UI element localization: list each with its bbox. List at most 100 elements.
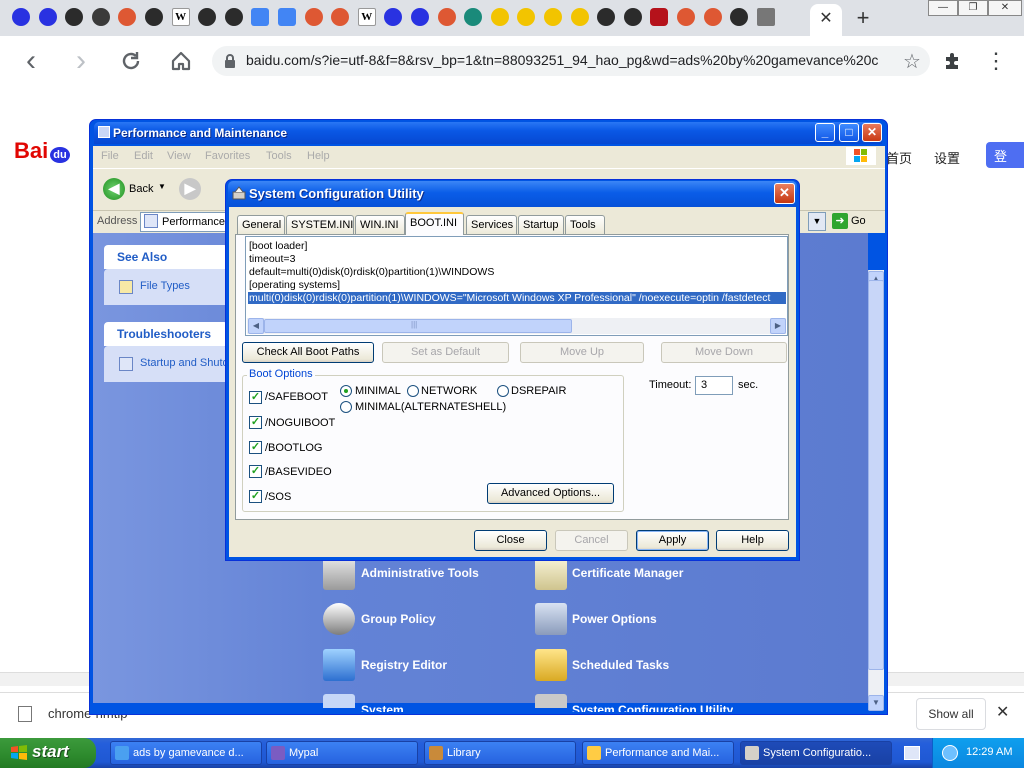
duckduckgo-icon[interactable] [437,8,456,26]
menu-tools[interactable]: Tools [266,150,292,162]
tab-boot-ini[interactable]: BOOT.INI [405,212,464,235]
gear-icon[interactable] [91,8,110,26]
address-value[interactable]: Performance [162,216,225,228]
chat-icon[interactable] [544,8,562,26]
dsrepair-label[interactable]: DSREPAIR [511,385,566,397]
baidu-paw-icon[interactable] [12,8,30,26]
scu-close-button[interactable]: ✕ [774,183,795,204]
check-all-boot-paths-button[interactable]: Check All Boot Paths [242,342,374,363]
task-power-options[interactable]: Power Options [572,612,657,626]
tab-system-ini[interactable]: SYSTEM.INI [286,215,354,234]
tab-tools[interactable]: Tools [565,215,605,234]
bootlog-label[interactable]: /BOOTLOG [265,442,322,454]
apply-button[interactable]: Apply [636,530,709,551]
taskbar-item-performance[interactable]: Performance and Mai... [582,741,734,765]
group-policy-icon[interactable] [323,603,355,635]
back-arrow-icon[interactable]: ◀ [103,178,125,200]
system-configuration-icon[interactable] [535,694,567,708]
baidu-settings-link[interactable]: 设置 [934,148,960,167]
task-system[interactable]: System [361,703,404,712]
see-also-file-types[interactable]: File Types [140,280,190,292]
taskbar-item-mypal[interactable]: Mypal [266,741,418,765]
safeboot-checkbox[interactable]: ✓ [249,391,262,404]
scroll-left-icon[interactable]: ◀ [248,318,264,334]
administrative-tools-icon[interactable] [323,558,355,590]
baidu-logo[interactable]: Bai du [14,138,70,164]
forward-arrow-icon[interactable]: ▶ [179,178,201,200]
bookmark-star-icon[interactable]: ☆ [903,49,921,74]
safeboot-label[interactable]: /SAFEBOOT [265,391,328,403]
boot-ini-hscroll-thumb[interactable]: ||| [264,319,572,333]
power-options-icon[interactable] [535,603,567,635]
close-button[interactable]: Close [474,530,547,551]
translate-icon[interactable] [251,8,270,26]
chat-icon[interactable] [570,8,589,26]
back-dropdown-icon[interactable]: ▼ [158,182,166,191]
url-text[interactable]: baidu.com/s?ie=utf-8&f=8&rsv_bp=1&tn=880… [246,52,896,68]
globe-icon[interactable] [224,8,243,26]
scroll-down-icon[interactable]: ▼ [868,695,884,711]
translate-icon[interactable] [278,8,296,26]
pm-minimize-button[interactable]: _ [815,123,835,142]
home-button[interactable] [166,46,196,76]
wikipedia-icon[interactable]: W [171,8,190,26]
task-group-policy[interactable]: Group Policy [361,612,436,626]
tab-startup[interactable]: Startup [518,215,564,234]
taskbar-item-library[interactable]: Library [424,741,576,765]
network-tray-icon[interactable] [942,745,958,761]
window-close-button[interactable]: ✕ [988,0,1022,16]
image-icon[interactable] [756,8,775,26]
taskbar-item-ads[interactable]: ads by gamevance d... [110,741,262,765]
task-certificate-manager[interactable]: Certificate Manager [572,566,683,580]
pm-back-label[interactable]: Back [129,183,153,195]
scheduled-tasks-icon[interactable] [535,649,567,681]
baidu-paw-icon[interactable] [411,8,429,26]
alternateshell-label[interactable]: MINIMAL(ALTERNATESHELL) [355,401,506,413]
boot-ini-line[interactable]: [operating systems] [249,279,340,291]
tab-win-ini[interactable]: WIN.INI [355,215,405,234]
duckduckgo-icon[interactable] [677,8,695,26]
task-registry-editor[interactable]: Registry Editor [361,658,447,672]
baidu-home-link[interactable]: 首页 [886,148,912,167]
scroll-right-icon[interactable]: ▶ [770,318,786,334]
menu-help[interactable]: Help [307,150,330,162]
sos-label[interactable]: /SOS [265,491,291,503]
alternateshell-radio[interactable] [340,401,352,413]
boot-ini-line-selected[interactable]: multi(0)disk(0)rdisk(0)partition(1)\WIND… [248,292,786,304]
system-icon[interactable] [323,694,355,708]
wikipedia-icon[interactable]: W [357,8,376,26]
tab-general[interactable]: General [237,215,285,234]
noguiboot-checkbox[interactable]: ✓ [249,416,262,429]
registry-editor-icon[interactable] [323,649,355,681]
timeout-input[interactable]: 3 [695,376,733,395]
troubleshooter-startup[interactable]: Startup and Shutd [140,357,228,369]
task-system-configuration-utility[interactable]: System Configuration Utility [572,703,733,712]
bootlog-checkbox[interactable]: ✓ [249,441,262,454]
menu-favorites[interactable]: Favorites [205,150,250,162]
noguiboot-label[interactable]: /NOGUIBOOT [265,417,335,429]
tab-close-icon[interactable]: ✕ [816,9,836,29]
show-all-downloads-button[interactable]: Show all [916,698,986,730]
advanced-options-button[interactable]: Advanced Options... [487,483,614,504]
globe-icon[interactable] [623,8,642,26]
go-button[interactable]: ➜ Go [832,212,872,231]
see-also-header[interactable]: See Also [104,245,228,269]
chat-icon[interactable] [490,8,509,26]
globe-icon[interactable] [145,8,163,26]
duckduckgo-icon[interactable] [703,8,722,26]
back-button[interactable]: ‹ [16,44,46,77]
basevideo-label[interactable]: /BASEVIDEO [265,466,332,478]
forward-button[interactable]: › [66,44,96,77]
menu-view[interactable]: View [167,150,191,162]
extensions-puzzle-icon[interactable] [943,52,961,73]
baidu-paw-icon[interactable] [38,8,57,26]
menu-file[interactable]: File [101,150,119,162]
reload-button[interactable] [116,46,146,76]
menu-edit[interactable]: Edit [134,150,153,162]
opera-icon[interactable] [650,8,669,26]
chrome-menu-icon[interactable]: ⋮ [985,48,1007,74]
troubleshooters-header[interactable]: Troubleshooters [104,322,228,346]
certificate-manager-icon[interactable] [535,558,567,590]
baidu-login-button[interactable]: 登 [986,142,1024,168]
pm-maximize-button[interactable]: □ [839,123,859,142]
